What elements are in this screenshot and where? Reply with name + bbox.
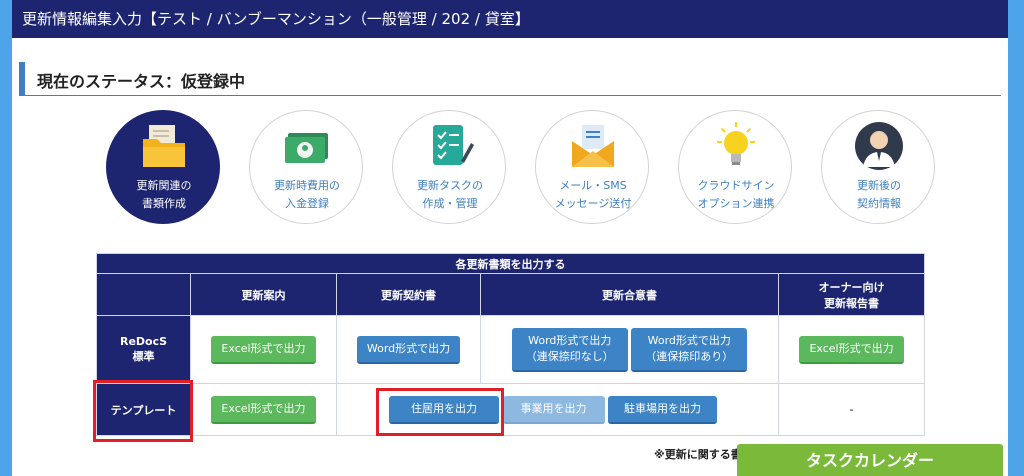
table-row-redocs: ReDocS 標準 Excel形式で出力 Word形式で出力 Word形式で出力… (96, 315, 926, 384)
folder-icon (143, 125, 185, 167)
step-label-line2: 契約情報 (857, 197, 901, 210)
table-row-template: テンプレート Excel形式で出力 住居用を出力 事業用を出力 駐車場用を出力 … (96, 383, 926, 436)
excel-template-guide-button[interactable]: Excel形式で出力 (211, 395, 316, 424)
button-line1: Word形式で出力 (647, 333, 731, 347)
step-cloudsign-option[interactable]: クラウドサイン オプション連携 (678, 110, 792, 224)
document-output-table: 各更新書類を出力する 更新案内 更新契約書 更新合意書 オーナー向け 更新報告書… (95, 253, 926, 436)
status-header: 現在のステータス：仮登録中 (19, 62, 1001, 96)
lightbulb-icon (717, 122, 755, 165)
step-label-line2: オプション連携 (697, 197, 775, 210)
step-label-line1: 更新タスクの (417, 179, 483, 192)
table-title: 各更新書類を出力する (95, 253, 926, 274)
window-title: 更新情報編集入力【テスト / バンブーマンション（一般管理 / 202 / 貸室… (12, 0, 1008, 38)
row-head-redocs: ReDocS 標準 (96, 315, 191, 384)
step-label-line1: メール・SMS (559, 179, 627, 192)
step-message-send[interactable]: メール・SMS メッセージ送付 (535, 110, 649, 224)
column-header-guide: 更新案内 (190, 273, 337, 316)
step-label-line1: 更新関連の (136, 179, 192, 192)
column-header-owner-report: オーナー向け 更新報告書 (777, 273, 926, 316)
highlight-template-row (93, 380, 193, 442)
excel-guide-button[interactable]: Excel形式で出力 (211, 335, 316, 364)
excel-owner-report-button[interactable]: Excel形式で出力 (799, 335, 904, 364)
footnote: ※更新に関する書 (654, 448, 740, 461)
button-line2: （連保捺印なし） (525, 349, 614, 363)
highlight-residential-button (376, 388, 504, 436)
row-head-redocs-line1: ReDocS (119, 335, 168, 348)
word-contract-button[interactable]: Word形式で出力 (356, 335, 461, 364)
step-task-management[interactable]: 更新タスクの 作成・管理 (392, 110, 506, 224)
main-panel: 更新情報編集入力【テスト / バンブーマンション（一般管理 / 202 / 貸室… (12, 0, 1008, 476)
step-label-line1: クラウドサイン (697, 179, 775, 192)
checklist-icon (433, 125, 474, 165)
column-header-contract: 更新契約書 (336, 273, 481, 316)
step-label-line2: 作成・管理 (422, 197, 478, 210)
money-icon (285, 133, 328, 163)
corner-cell (96, 273, 191, 316)
word-agreement-with-seal-button[interactable]: Word形式で出力 （連保捺印あり） (631, 327, 748, 372)
column-header-owner-line1: オーナー向け (818, 280, 885, 294)
button-line1: Word形式で出力 (528, 333, 612, 347)
owner-report-empty-value: - (777, 383, 926, 436)
step-label-line2: メッセージ送付 (554, 197, 632, 210)
task-calendar-button[interactable]: タスクカレンダー (737, 444, 1003, 476)
step-label-line1: 更新時費用の (274, 179, 340, 192)
column-header-owner-line2: 更新報告書 (824, 296, 880, 310)
person-icon (855, 122, 903, 170)
column-header-agreement: 更新合意書 (480, 273, 779, 316)
parking-output-button[interactable]: 駐車場用を出力 (608, 395, 717, 424)
row-head-redocs-line2: 標準 (132, 350, 155, 363)
mail-icon (572, 125, 614, 167)
word-agreement-no-seal-button[interactable]: Word形式で出力 （連保捺印なし） (511, 327, 628, 372)
step-label-line2: 書類作成 (142, 197, 186, 210)
step-payment-entry[interactable]: 更新時費用の 入金登録 (249, 110, 363, 224)
step-document-creation[interactable]: 更新関連の 書類作成 (106, 110, 220, 224)
button-line2: （連保捺印あり） (645, 349, 734, 363)
step-contract-info[interactable]: 更新後の 契約情報 (821, 110, 935, 224)
status-label: 現在のステータス：仮登録中 (37, 72, 246, 91)
step-label-line1: 更新後の (857, 179, 901, 192)
business-output-button[interactable]: 事業用を出力 (502, 395, 605, 424)
step-label-line2: 入金登録 (285, 197, 329, 210)
